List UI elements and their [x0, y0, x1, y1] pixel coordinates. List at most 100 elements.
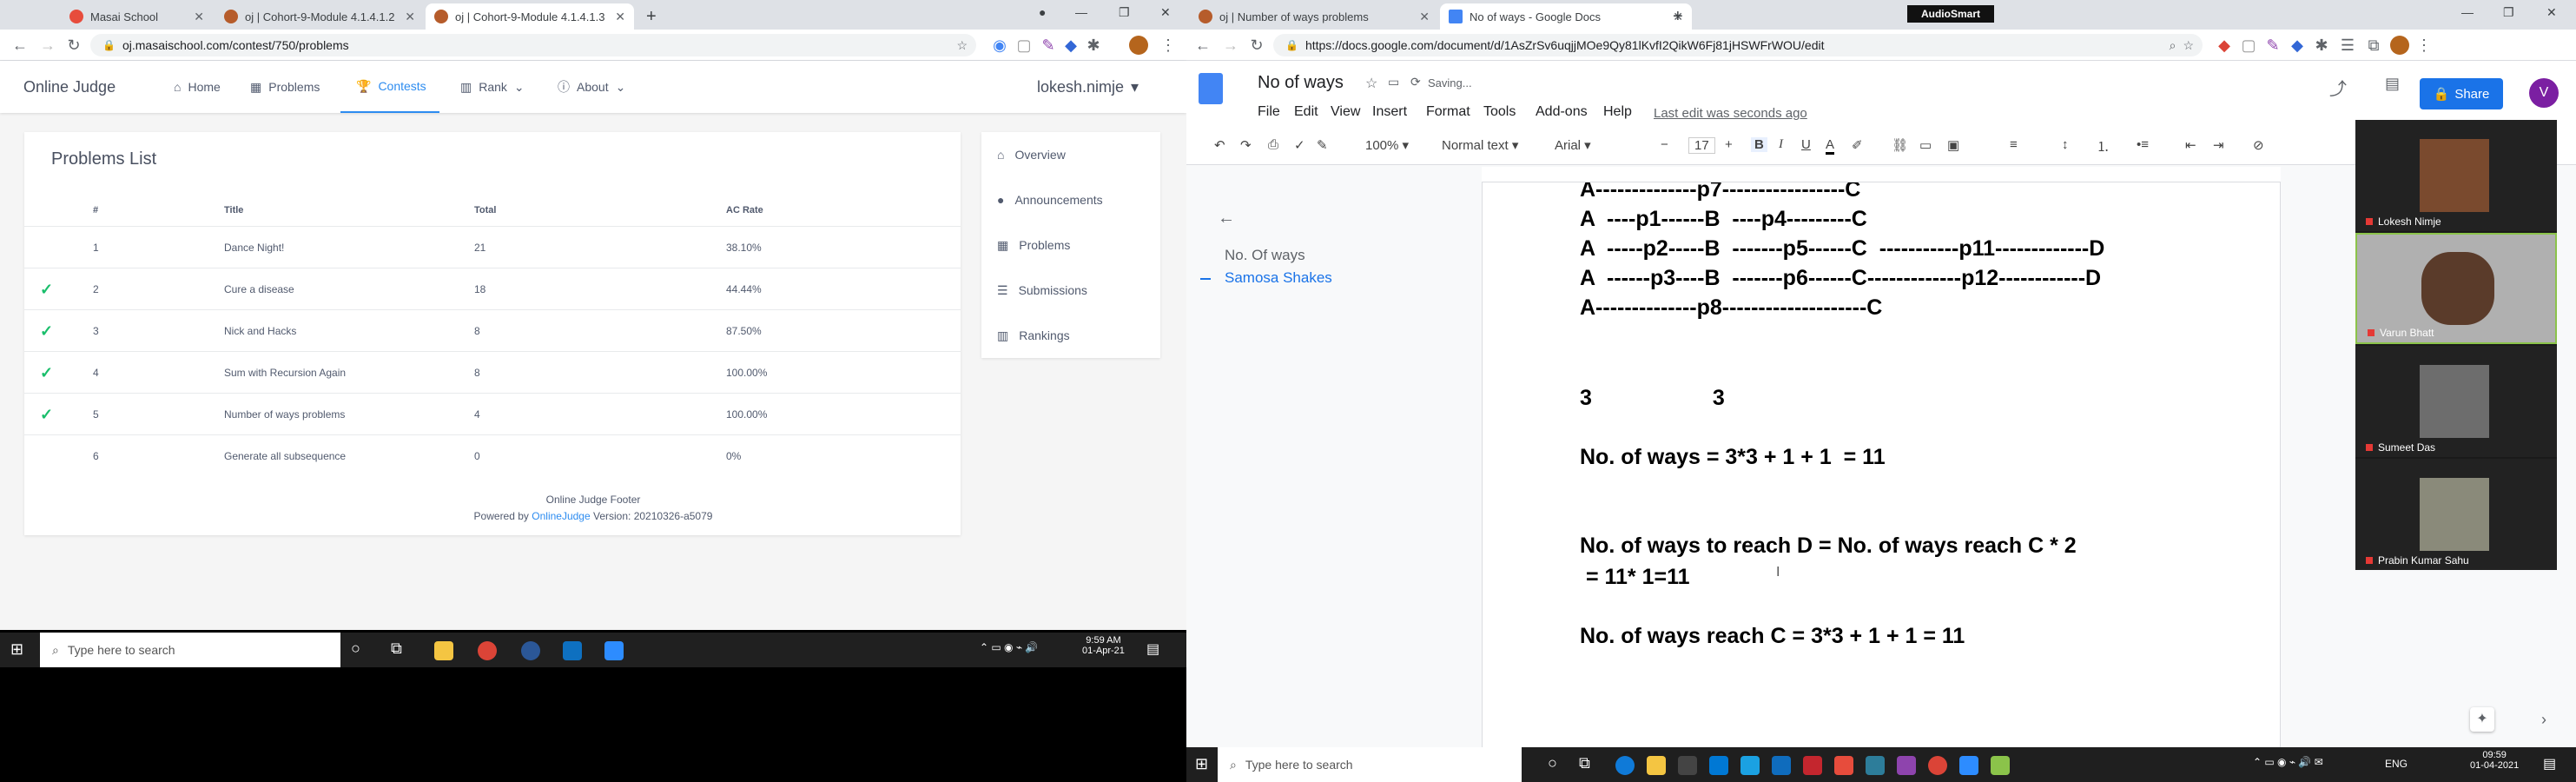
decrease-font-icon[interactable]: −	[1661, 137, 1668, 152]
menu-format[interactable]: Format	[1426, 104, 1470, 120]
store-icon[interactable]	[1678, 756, 1697, 775]
menu-help[interactable]: Help	[1603, 104, 1632, 120]
onlinejudge-link[interactable]: OnlineJudge	[532, 510, 590, 522]
table-row[interactable]: ✓ 2 Cure a disease 18 44.44%	[24, 268, 961, 309]
oj-brand[interactable]: Online Judge	[23, 61, 116, 113]
notification-icon[interactable]: ▤	[1146, 640, 1159, 658]
close-tab-icon[interactable]: ✕	[615, 10, 625, 24]
undo-icon[interactable]: ↶	[1214, 137, 1225, 153]
menu-insert[interactable]: Insert	[1372, 104, 1407, 120]
participant-tile-speaking[interactable]: Varun Bhatt	[2355, 233, 2557, 344]
share-button[interactable]: 🔒 Share	[2420, 78, 2503, 109]
close-window-icon[interactable]: ✕	[2546, 5, 2557, 20]
bold-icon[interactable]: B	[1751, 137, 1767, 152]
participant-tile[interactable]: Lokesh Nimje	[2355, 120, 2557, 231]
zoom-select[interactable]: 100% ▾	[1365, 137, 1409, 153]
problem-link[interactable]: Dance Night!	[224, 227, 284, 268]
close-outline-icon[interactable]: ←	[1218, 209, 1235, 229]
problem-link[interactable]: Nick and Hacks	[224, 310, 296, 352]
participant-tile[interactable]: Prabin Kumar Sahu	[2355, 459, 2557, 570]
app-icon[interactable]	[1772, 756, 1791, 775]
activity-icon[interactable]: ⤴	[2329, 75, 2347, 100]
insert-image-icon[interactable]: ▣	[1947, 137, 1959, 153]
line-spacing-icon[interactable]: ↕	[2062, 137, 2069, 152]
menu-edit[interactable]: Edit	[1294, 104, 1318, 120]
problem-link[interactable]: Number of ways problems	[224, 394, 345, 435]
extension-icon[interactable]: ✎	[2263, 36, 2282, 55]
tab-google-docs[interactable]: No of ways - Google Docs ✕	[1440, 3, 1692, 30]
spellcheck-icon[interactable]: ✓	[1294, 137, 1305, 153]
task-view-icon[interactable]: ⧉	[391, 640, 402, 658]
extensions-puzzle-icon[interactable]: ✱	[1084, 36, 1103, 55]
extension-icon[interactable]: ▢	[1014, 36, 1034, 55]
edge-icon[interactable]	[1615, 756, 1635, 775]
docs-logo-icon[interactable]	[1199, 73, 1223, 104]
extension-icon[interactable]: ◆	[2288, 36, 2307, 55]
folder-icon[interactable]: ▭	[1388, 75, 1399, 89]
taskbar-search[interactable]: ⌕ Type here to search	[40, 633, 340, 667]
restore-icon[interactable]: ❐	[2503, 5, 2514, 20]
table-row[interactable]: ✓ 3 Nick and Hacks 8 87.50%	[24, 309, 961, 351]
back-icon[interactable]: ←	[10, 36, 30, 55]
tray-icons[interactable]: ⌃ ▭ ◉ ⌁ 🔊 ✉	[2253, 756, 2323, 768]
style-select[interactable]: Normal text ▾	[1442, 137, 1518, 153]
side-panel-toggle-icon[interactable]: ›	[2541, 711, 2546, 729]
url-field[interactable]: 🔒 oj.masaischool.com/contest/750/problem…	[90, 34, 976, 56]
extension-icon[interactable]: ◉	[990, 36, 1009, 55]
app-icon[interactable]	[1897, 756, 1916, 775]
zoom-icon[interactable]	[604, 641, 624, 660]
extension-icon[interactable]: ◆	[2215, 36, 2234, 55]
nav-contests[interactable]: 🏆 Contests	[340, 61, 439, 113]
side-overview[interactable]: ⌂ Overview	[981, 132, 1160, 177]
add-comment-icon[interactable]: ▭	[1919, 137, 1932, 153]
taskbar-clock[interactable]: 09:59 01-04-2021	[2470, 750, 2519, 771]
reload-icon[interactable]: ↻	[64, 36, 83, 55]
taskbar-clock[interactable]: 9:59 AM 01-Apr-21	[1082, 635, 1125, 656]
problem-link[interactable]: Generate all subsequence	[224, 435, 346, 477]
extension-icon[interactable]: ✎	[1039, 36, 1058, 55]
menu-dots-icon[interactable]: ⋮	[1159, 36, 1178, 55]
last-edit-link[interactable]: Last edit was seconds ago	[1654, 106, 1807, 121]
windows-start-icon[interactable]: ⊞	[10, 640, 23, 659]
table-row[interactable]: ✓ 4 Sum with Recursion Again 8 100.00%	[24, 351, 961, 393]
new-tab-button[interactable]: +	[637, 3, 664, 30]
redo-icon[interactable]: ↷	[1240, 137, 1252, 153]
doc-title[interactable]: No of ways	[1258, 73, 1344, 93]
underline-icon[interactable]: U	[1801, 137, 1811, 152]
task-view-icon[interactable]: ⧉	[1579, 754, 1590, 772]
explore-icon[interactable]: ✦	[2470, 707, 2494, 732]
outline-heading[interactable]: No. Of ways	[1225, 247, 1305, 264]
text-color-icon[interactable]: A	[1826, 137, 1835, 155]
star-icon[interactable]: ☆	[1365, 75, 1377, 92]
chrome-icon[interactable]	[478, 641, 497, 660]
account-avatar[interactable]: V	[2529, 78, 2559, 108]
document-page[interactable]: A--------------p7-----------------C A --…	[1482, 182, 2281, 747]
numbered-list-icon[interactable]: ⒈	[2097, 137, 2110, 156]
cortana-icon[interactable]: ○	[351, 640, 360, 658]
record-icon[interactable]: ●	[1039, 5, 1046, 19]
side-announcements[interactable]: ● Announcements	[981, 177, 1160, 222]
app-icon[interactable]	[1866, 756, 1885, 775]
app-icon[interactable]	[1991, 756, 2010, 775]
chrome-icon[interactable]	[1928, 756, 1947, 775]
restore-icon[interactable]: ❐	[1119, 5, 1130, 20]
print-icon[interactable]: ⎙	[1268, 137, 1278, 152]
table-row[interactable]: 6 Generate all subsequence 0 0%	[24, 434, 961, 476]
table-row[interactable]: 1 Dance Night! 21 38.10%	[24, 226, 961, 268]
app-icon[interactable]	[1740, 756, 1760, 775]
bookmark-star-icon[interactable]: ☆	[2183, 38, 2194, 53]
language-indicator[interactable]: ENG	[2385, 758, 2408, 770]
nav-home[interactable]: ⌂ Home	[174, 61, 221, 113]
font-select[interactable]: Arial ▾	[1555, 137, 1591, 153]
reload-icon[interactable]: ↻	[1247, 36, 1266, 55]
comment-icon[interactable]: ▤	[2385, 75, 2400, 93]
zoom-icon[interactable]: ⌕	[2170, 38, 2176, 53]
minimize-icon[interactable]: —	[1075, 5, 1087, 19]
minimize-icon[interactable]: —	[2461, 5, 2474, 19]
tab-masai-school[interactable]: Masai School ✕	[61, 3, 213, 30]
font-size-field[interactable]: 17	[1688, 137, 1715, 154]
close-tab-icon[interactable]: ✕	[405, 10, 415, 24]
file-explorer-icon[interactable]	[434, 641, 453, 660]
menu-view[interactable]: View	[1331, 104, 1360, 120]
align-icon[interactable]: ≡	[2010, 137, 2018, 152]
